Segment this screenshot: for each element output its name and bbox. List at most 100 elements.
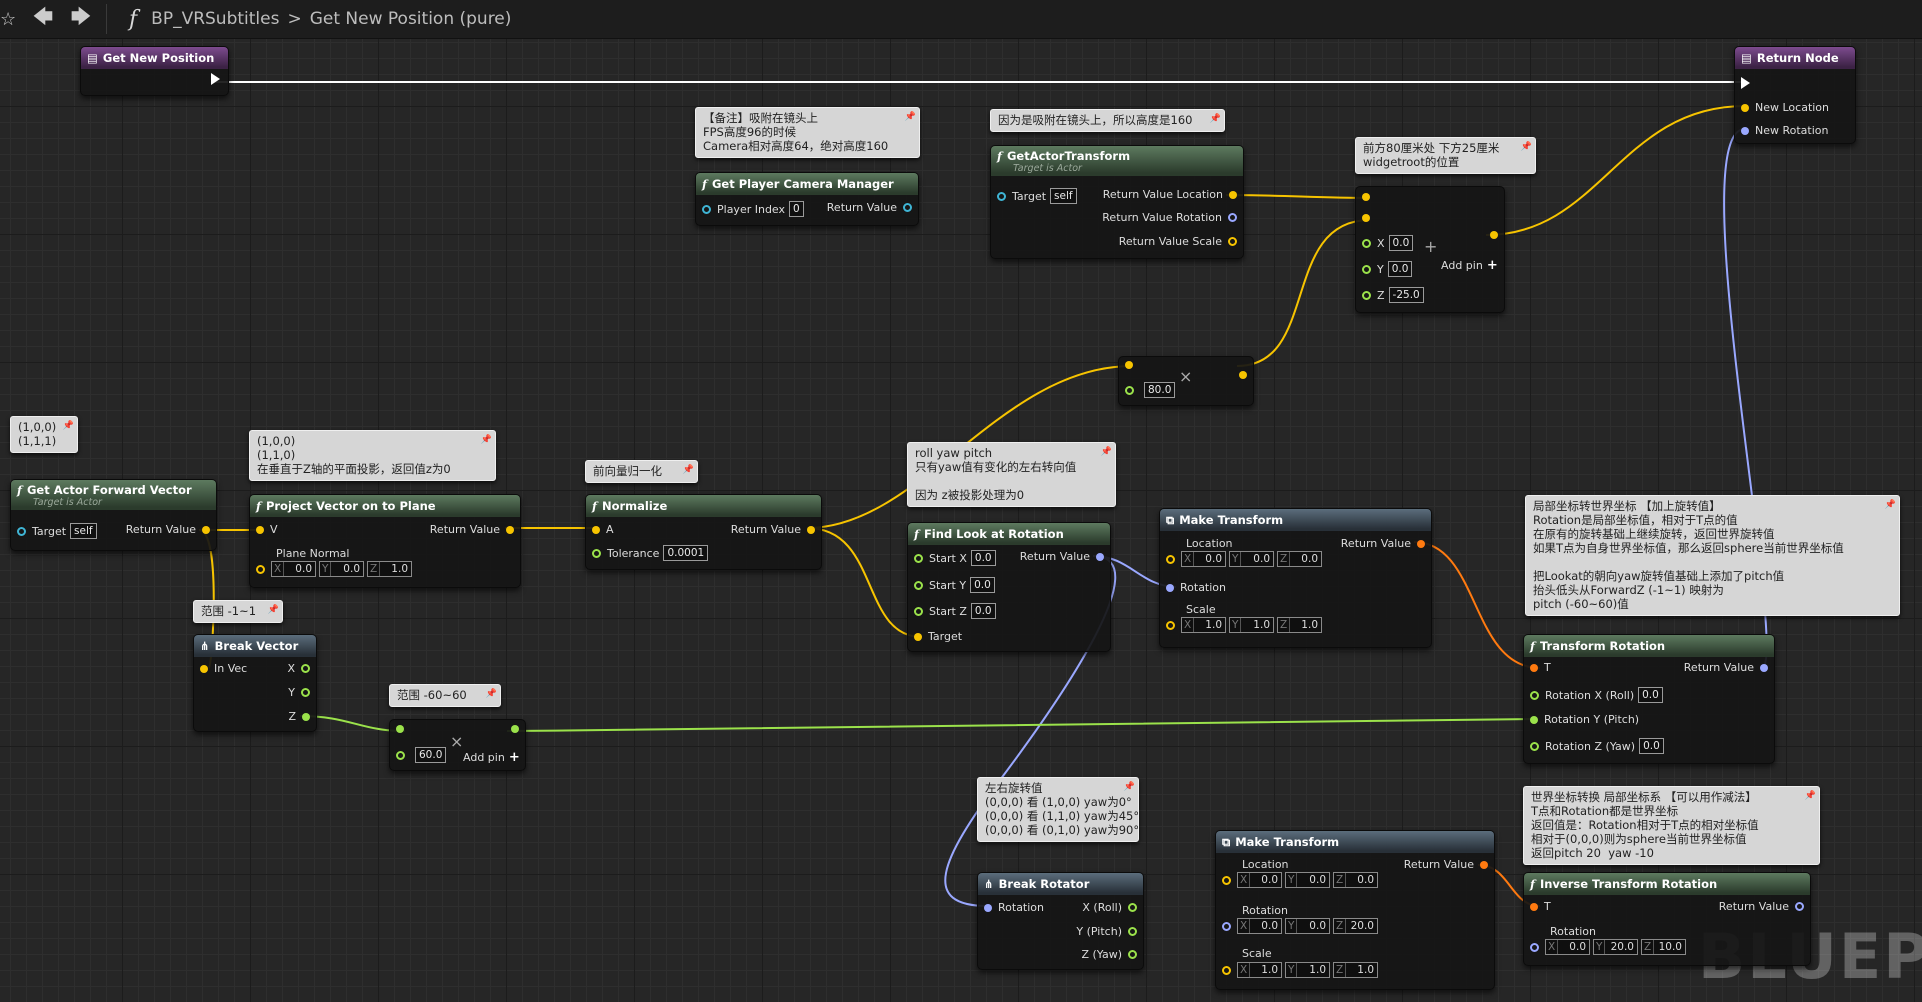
node-transform-rotation[interactable]: f Transform Rotation T Return Value Rotat…: [1523, 634, 1775, 764]
pin-a[interactable]: [390, 725, 410, 733]
location-y[interactable]: Y 0.0: [1229, 551, 1274, 567]
arrow-left-icon[interactable]: 🡄: [24, 2, 62, 36]
location-x[interactable]: X 0.0: [1237, 872, 1282, 888]
pin-start-x[interactable]: Start X 0.0: [908, 550, 996, 566]
comment-yaw[interactable]: 左右旋转值 (0,0,0) 看 (1,0,0) yaw为0° (0,0,0) 看…: [977, 777, 1139, 842]
pin-scale[interactable]: X 1.0 Y 1.0 Z 1.0: [1216, 962, 1381, 978]
pin-icon[interactable]: 📌: [1210, 112, 1221, 126]
pin-v[interactable]: V: [250, 523, 278, 536]
pin-return-value[interactable]: Return Value: [430, 523, 520, 536]
rotation-y[interactable]: Y 20.0: [1593, 939, 1638, 955]
pin-icon[interactable]: 📌: [481, 433, 492, 447]
location-z[interactable]: Z 0.0: [1277, 551, 1322, 567]
node-add-vector[interactable]: X 0.0 Y 0.0 Z -25.0 + Add pin +: [1355, 186, 1505, 313]
scale-x[interactable]: X 1.0: [1237, 962, 1282, 978]
comment-project[interactable]: (1,0,0) (1,1,0) 在垂直于Z轴的平面投影，返回值z为0 📌: [249, 430, 496, 481]
pin-x[interactable]: X 0.0: [1356, 235, 1414, 251]
comment-local-to-world[interactable]: 局部坐标转世界坐标 【加上旋转值】 Rotation是局部坐标值，相对于T点的值…: [1525, 495, 1900, 616]
pin-in-vec[interactable]: In Vec: [194, 662, 247, 675]
pin-return-value[interactable]: Return Value: [731, 523, 821, 536]
pin-icon[interactable]: 📌: [905, 110, 916, 124]
pin-return-value[interactable]: Return Value: [126, 523, 216, 536]
pin-output[interactable]: [505, 725, 525, 733]
exec-out-pin[interactable]: [205, 73, 226, 85]
pin-z[interactable]: Z -25.0: [1356, 287, 1424, 303]
pin-location[interactable]: X 0.0 Y 0.0 Z 0.0: [1160, 551, 1325, 567]
node-make-transform-1[interactable]: ⧉ Make Transform Location X 0.0 Y 0.0 Z 0.0 …: [1159, 508, 1432, 648]
pin-rotation[interactable]: X 0.0 Y 0.0 Z 20.0: [1216, 918, 1381, 934]
pin-icon[interactable]: 📌: [1124, 780, 1135, 794]
breadcrumb-blueprint[interactable]: BP_VRSubtitles: [147, 9, 283, 29]
pin-return-value[interactable]: Return Value: [1719, 900, 1810, 913]
star-icon[interactable]: ☆: [0, 9, 16, 30]
pin-t[interactable]: T: [1524, 900, 1551, 913]
exec-in-pin[interactable]: [1735, 77, 1756, 89]
rotation-y[interactable]: Y 0.0: [1285, 918, 1330, 934]
pin-new-rotation[interactable]: New Rotation: [1735, 124, 1829, 137]
pin-return-value[interactable]: Return Value: [1404, 858, 1494, 871]
pin-b[interactable]: 60.0: [390, 747, 447, 763]
comment-range-1[interactable]: 范围 -1~1 📌: [193, 600, 283, 623]
pin-scale[interactable]: X 1.0 Y 1.0 Z 1.0: [1160, 617, 1325, 633]
pin-return-location[interactable]: Return Value Location: [1103, 188, 1243, 201]
pin-icon[interactable]: 📌: [683, 463, 694, 477]
pin-icon[interactable]: 📌: [1885, 498, 1896, 512]
location-x[interactable]: X 0.0: [1181, 551, 1226, 567]
pin-rotation[interactable]: Rotation: [1160, 581, 1226, 594]
pin-rotation[interactable]: Rotation: [978, 901, 1044, 914]
scale-x[interactable]: X 1.0: [1181, 617, 1226, 633]
pin-z-yaw[interactable]: Z (Yaw): [1081, 948, 1143, 961]
pin-new-location[interactable]: New Location: [1735, 101, 1829, 114]
scale-z[interactable]: Z 1.0: [1277, 617, 1322, 633]
pin-rotation-x[interactable]: Rotation X (Roll) 0.0: [1524, 687, 1663, 703]
add-pin-button[interactable]: Add pin +: [1441, 258, 1498, 273]
pin-rotation-y[interactable]: Rotation Y (Pitch): [1524, 713, 1639, 726]
node-get-player-camera-manager[interactable]: f Get Player Camera Manager Player Index 0…: [695, 172, 919, 226]
node-find-look-at-rotation[interactable]: f Find Look at Rotation Start X 0.0 Start …: [907, 522, 1111, 652]
pin-a[interactable]: [1356, 193, 1376, 201]
pin-return-rotation[interactable]: Return Value Rotation: [1102, 211, 1243, 224]
pin-return-scale[interactable]: Return Value Scale: [1119, 235, 1243, 248]
pin-icon[interactable]: 📌: [63, 419, 74, 433]
location-z[interactable]: Z 0.0: [1333, 872, 1378, 888]
pin-return-value[interactable]: Return Value: [1684, 661, 1774, 674]
pin-icon[interactable]: 📌: [1101, 445, 1112, 459]
pin-tolerance[interactable]: Tolerance 0.0001: [586, 545, 709, 561]
node-multiply-60[interactable]: 60.0 × Add pin +: [389, 719, 526, 771]
pin-x-roll[interactable]: X (Roll): [1082, 901, 1143, 914]
location-y[interactable]: Y 0.0: [1285, 872, 1330, 888]
node-project-vector-on-plane[interactable]: f Project Vector on to Plane V Return Val…: [249, 494, 521, 588]
pin-return-value[interactable]: Return Value: [827, 201, 918, 214]
scale-y[interactable]: Y 1.0: [1229, 617, 1274, 633]
node-break-rotator[interactable]: ⋔ Break Rotator Rotation X (Roll) Y (Pitc…: [977, 872, 1144, 970]
pin-z[interactable]: Z: [288, 710, 316, 723]
comment-height[interactable]: 因为是吸附在镜头上，所以高度是160 📌: [990, 109, 1225, 132]
node-make-transform-2[interactable]: ⧉ Make Transform Location X 0.0 Y 0.0 Z 0.0 …: [1215, 830, 1495, 990]
node-break-vector[interactable]: ⋔ Break Vector In Vec X Y Z: [193, 634, 317, 732]
pin-a[interactable]: [1119, 361, 1139, 369]
pin-icon[interactable]: 📌: [486, 687, 497, 701]
comment-world-to-local[interactable]: 世界坐标转换 局部坐标系 【可以用作减法】 T点和Rotation都是世界坐标 …: [1523, 786, 1820, 865]
pin-target[interactable]: Target self: [11, 523, 97, 539]
rotation-x[interactable]: X 0.0: [1545, 939, 1590, 955]
comment-normalize[interactable]: 前向量归一化 📌: [585, 460, 698, 483]
pin-location[interactable]: X 0.0 Y 0.0 Z 0.0: [1216, 872, 1381, 888]
pin-output[interactable]: [1233, 371, 1253, 379]
node-return[interactable]: ▤ Return Node New Location New Rotation: [1734, 46, 1856, 144]
comment-front[interactable]: 前方80厘米处 下方25厘米 widgetroot的位置 📌: [1355, 137, 1536, 174]
pin-return-value[interactable]: Return Value: [1341, 537, 1431, 550]
comment-vector[interactable]: (1,0,0) (1,1,1) 📌: [10, 416, 78, 453]
rotation-z[interactable]: Z 10.0: [1641, 939, 1686, 955]
pin-plane-normal[interactable]: X 0.0 Y 0.0 Z 1.0: [250, 561, 415, 577]
node-get-actor-forward-vector[interactable]: f Get Actor Forward Vector Target is Actor…: [10, 479, 217, 551]
pin-target[interactable]: Target: [908, 630, 962, 643]
pin-t[interactable]: T: [1524, 661, 1551, 674]
add-pin-button[interactable]: Add pin +: [463, 750, 520, 765]
comment-range-60[interactable]: 范围 -60~60 📌: [389, 684, 501, 707]
pin-start-z[interactable]: Start Z 0.0: [908, 603, 996, 619]
comment-camera[interactable]: 【备注】吸附在镜头上 FPS高度96的时候 Camera相对高度64，绝对高度1…: [695, 107, 920, 158]
pin-y[interactable]: Y: [288, 686, 316, 699]
node-inverse-transform-rotation[interactable]: f Inverse Transform Rotation T Return Val…: [1523, 872, 1811, 966]
arrow-right-icon[interactable]: 🡆: [62, 2, 100, 36]
pin-y[interactable]: Y 0.0: [1356, 261, 1413, 277]
